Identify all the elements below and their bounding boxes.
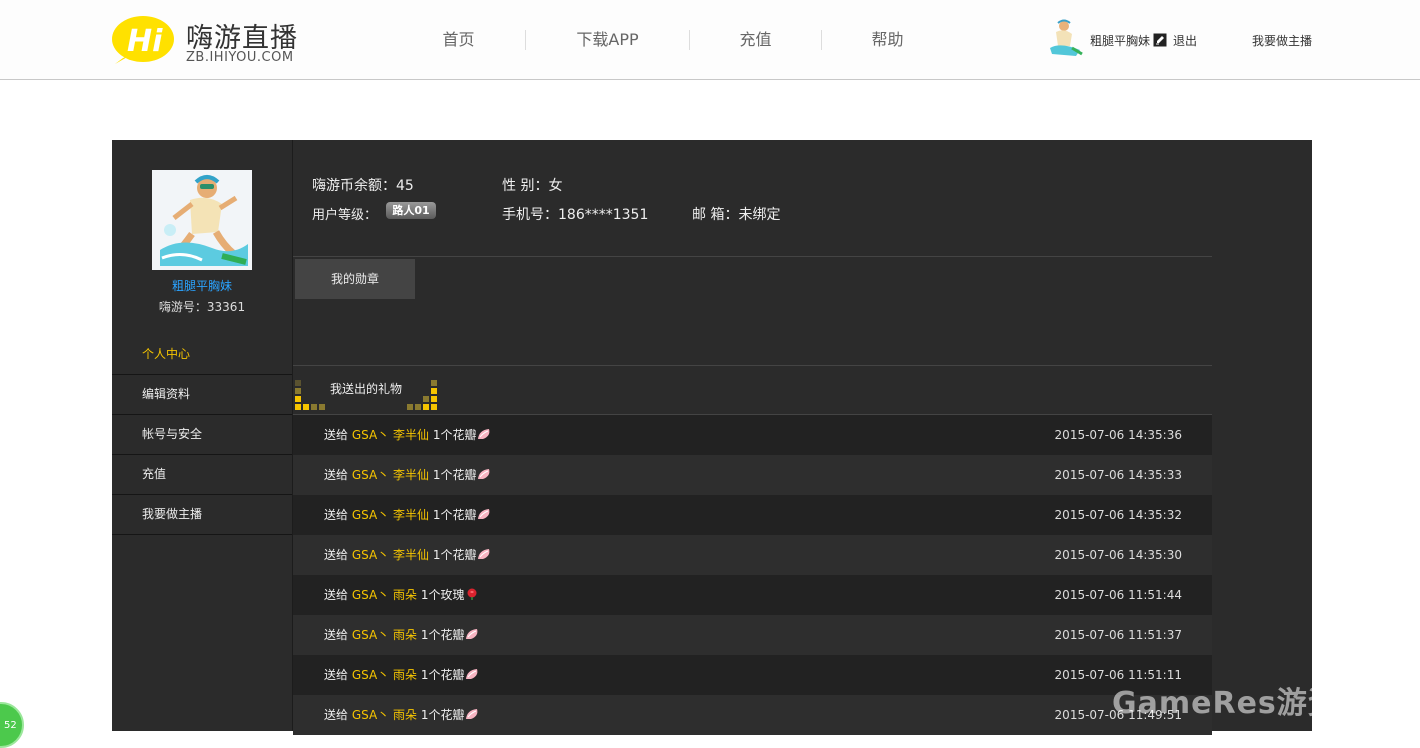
main-nav: 首页 下载APP 充值 帮助 (392, 28, 953, 52)
petal-icon (466, 669, 478, 679)
user-level-badge: 路人01 (386, 202, 436, 219)
header-avatar[interactable] (1046, 18, 1084, 58)
gift-recipient[interactable]: GSA丶 雨朵 (352, 588, 417, 602)
gift-prefix: 送给 (324, 548, 349, 562)
logo-subtitle: ZB.IHIYOU.COM (186, 50, 294, 65)
site-header: Hi 嗨游直播 ZB.IHIYOU.COM 首页 下载APP 充值 帮助 粗腿平… (0, 0, 1420, 80)
gift-amount: 1个花瓣 (432, 548, 477, 562)
gift-time: 2015-07-06 14:35:33 (1054, 468, 1182, 482)
gift-row: 送给 GSA丶 雨朵 1个花瓣 2015-07-06 11:49:51 (293, 695, 1212, 735)
gift-description: 送给 GSA丶 李半仙 1个花瓣 (324, 455, 491, 495)
medal-section: 我的勋章 (293, 257, 1212, 366)
profile-avatar[interactable] (152, 170, 252, 270)
gift-description: 送给 GSA丶 雨朵 1个玫瑰 (324, 575, 479, 615)
gift-time: 2015-07-06 14:35:32 (1054, 508, 1182, 522)
gift-time: 2015-07-06 14:35:30 (1054, 548, 1182, 562)
gift-prefix: 送给 (324, 508, 349, 522)
gift-prefix: 送给 (324, 668, 349, 682)
gift-recipient[interactable]: GSA丶 李半仙 (352, 428, 429, 442)
sidebar-item-recharge[interactable]: 充值 (112, 455, 292, 495)
coin-balance: 嗨游币余额：45 (312, 178, 414, 194)
gift-row: 送给 GSA丶 雨朵 1个花瓣 2015-07-06 11:51:11 (293, 655, 1212, 695)
sidebar-item-be-host[interactable]: 我要做主播 (112, 495, 292, 535)
gift-header: 我送出的礼物 (293, 367, 1212, 415)
nav-recharge[interactable]: 充值 (690, 28, 821, 52)
phone-number: 手机号：186****1351 (502, 207, 649, 223)
gender: 性 别：女 (502, 178, 563, 194)
petal-icon (466, 709, 478, 719)
hi-logo-icon: Hi (112, 16, 174, 64)
gift-description: 送给 GSA丶 李半仙 1个花瓣 (324, 495, 491, 535)
sidebar-item-edit-profile[interactable]: 编辑资料 (112, 375, 292, 415)
tab-gifts-sent[interactable]: 我送出的礼物 (295, 374, 437, 410)
gift-description: 送给 GSA丶 李半仙 1个花瓣 (324, 535, 491, 575)
main-content: 嗨游币余额：45 性 别：女 用户等级： 路人01 手机号：186****135… (293, 140, 1212, 735)
logout-link[interactable]: 退出 (1173, 32, 1197, 49)
gift-row: 送给 GSA丶 李半仙 1个花瓣 2015-07-06 14:35:30 (293, 535, 1212, 575)
user-level-label: 用户等级： (312, 208, 378, 223)
nav-home[interactable]: 首页 (392, 28, 525, 52)
gift-amount: 1个花瓣 (432, 508, 477, 522)
gift-recipient[interactable]: GSA丶 李半仙 (352, 468, 429, 482)
gift-amount: 1个花瓣 (420, 628, 465, 642)
gift-prefix: 送给 (324, 428, 349, 442)
gift-amount: 1个花瓣 (432, 428, 477, 442)
corner-badge-count: 52 (4, 720, 17, 731)
gift-recipient[interactable]: GSA丶 雨朵 (352, 628, 417, 642)
sidebar: 粗腿平胸妹 嗨游号：33361 个人中心 编辑资料 帐号与安全 充值 我要做主播 (112, 140, 292, 731)
header-username[interactable]: 粗腿平胸妹 (1090, 32, 1150, 49)
site-logo[interactable]: Hi 嗨游直播 ZB.IHIYOU.COM (111, 12, 311, 68)
user-center-panel: 粗腿平胸妹 嗨游号：33361 个人中心 编辑资料 帐号与安全 充值 我要做主播… (112, 140, 1312, 735)
gift-row: 送给 GSA丶 雨朵 1个花瓣 2015-07-06 11:51:37 (293, 615, 1212, 655)
petal-icon (478, 429, 490, 439)
gift-prefix: 送给 (324, 708, 349, 722)
gift-row: 送给 GSA丶 雨朵 1个玫瑰 2015-07-06 11:51:44 (293, 575, 1212, 615)
petal-icon (478, 549, 490, 559)
edit-icon[interactable] (1153, 33, 1167, 47)
gift-time: 2015-07-06 11:51:44 (1054, 588, 1182, 602)
tab-my-medals[interactable]: 我的勋章 (295, 259, 415, 299)
rose-icon (467, 588, 477, 600)
account-info: 嗨游币余额：45 性 别：女 用户等级： 路人01 手机号：186****135… (293, 140, 1212, 257)
profile-id: 嗨游号：33361 (158, 300, 246, 314)
sidebar-item-personal-center[interactable]: 个人中心 (112, 335, 292, 375)
petal-icon (478, 509, 490, 519)
gift-prefix: 送给 (324, 588, 349, 602)
gift-amount: 1个玫瑰 (420, 588, 465, 602)
gift-row: 送给 GSA丶 李半仙 1个花瓣 2015-07-06 14:35:33 (293, 455, 1212, 495)
email-status: 邮 箱：未绑定 (692, 207, 781, 223)
gift-description: 送给 GSA丶 李半仙 1个花瓣 (324, 415, 491, 455)
gift-prefix: 送给 (324, 628, 349, 642)
gift-recipient[interactable]: GSA丶 雨朵 (352, 708, 417, 722)
watermark: GameRes游资网 (1112, 686, 1370, 721)
sidebar-menu: 个人中心 编辑资料 帐号与安全 充值 我要做主播 (112, 335, 292, 535)
corner-badge[interactable]: 52 (0, 702, 24, 748)
tab-gifts-sent-label: 我送出的礼物 (329, 382, 402, 396)
gift-recipient[interactable]: GSA丶 李半仙 (352, 508, 429, 522)
gift-amount: 1个花瓣 (420, 708, 465, 722)
gift-amount: 1个花瓣 (432, 468, 477, 482)
profile-name[interactable]: 粗腿平胸妹 (112, 277, 292, 294)
gift-time: 2015-07-06 11:51:37 (1054, 628, 1182, 642)
petal-icon (478, 469, 490, 479)
gift-time: 2015-07-06 14:35:36 (1054, 428, 1182, 442)
gift-recipient[interactable]: GSA丶 李半仙 (352, 548, 429, 562)
nav-download-app[interactable]: 下载APP (526, 28, 689, 52)
nav-help[interactable]: 帮助 (822, 28, 953, 52)
be-host-link[interactable]: 我要做主播 (1252, 32, 1312, 49)
gift-recipient[interactable]: GSA丶 雨朵 (352, 668, 417, 682)
gift-description: 送给 GSA丶 雨朵 1个花瓣 (324, 615, 479, 655)
gift-description: 送给 GSA丶 雨朵 1个花瓣 (324, 655, 479, 695)
svg-text:Hi: Hi (127, 24, 163, 59)
gift-list: 送给 GSA丶 李半仙 1个花瓣 2015-07-06 14:35:36 送给 GS… (293, 415, 1212, 735)
petal-icon (466, 629, 478, 639)
gift-prefix: 送给 (324, 468, 349, 482)
gift-amount: 1个花瓣 (420, 668, 465, 682)
sidebar-item-account-security[interactable]: 帐号与安全 (112, 415, 292, 455)
gift-description: 送给 GSA丶 雨朵 1个花瓣 (324, 695, 479, 735)
gift-row: 送给 GSA丶 李半仙 1个花瓣 2015-07-06 14:35:36 (293, 415, 1212, 455)
gift-row: 送给 GSA丶 李半仙 1个花瓣 2015-07-06 14:35:32 (293, 495, 1212, 535)
